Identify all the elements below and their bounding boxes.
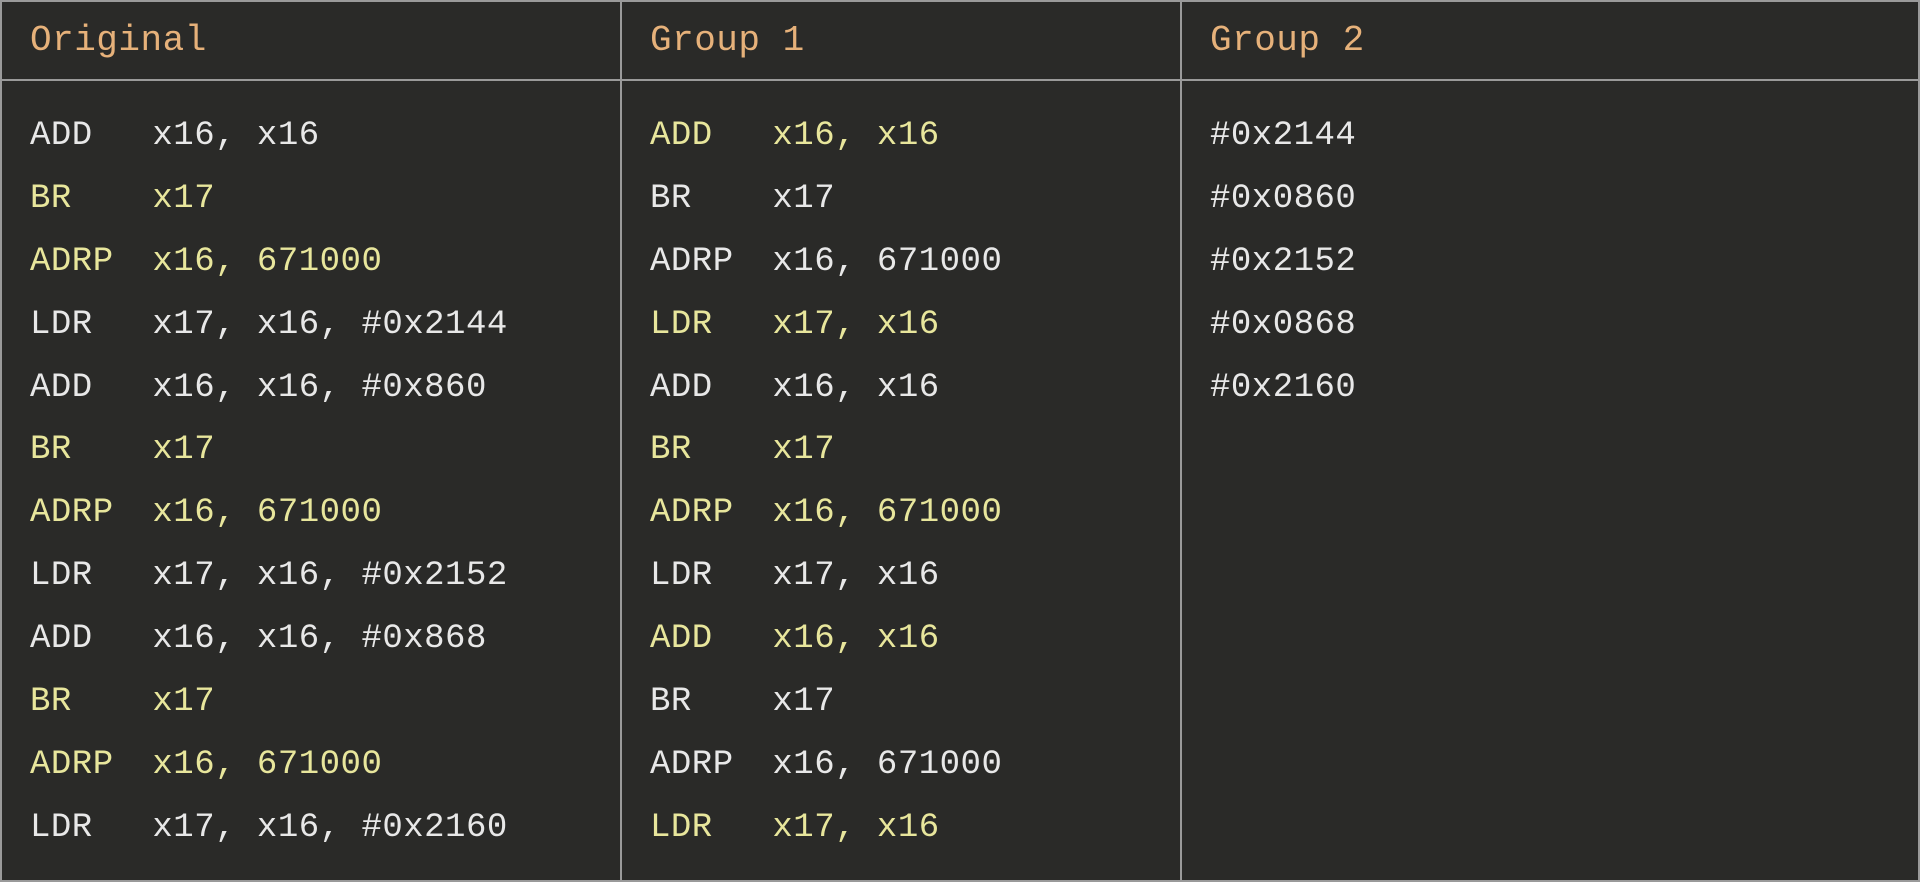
- opcode: ADD: [650, 608, 772, 671]
- instruction-row: ADRPx16, 671000: [650, 482, 1152, 545]
- operands: x17: [152, 419, 215, 482]
- operands: x16, 671000: [772, 734, 1002, 797]
- opcode: LDR: [30, 545, 152, 608]
- operands: x16, x16: [772, 357, 939, 420]
- operands: x16, 671000: [152, 231, 382, 294]
- instruction-row: ADDx16, x16: [650, 357, 1152, 420]
- opcode: BR: [650, 168, 772, 231]
- immediate-value: #0x2152: [1210, 231, 1890, 294]
- opcode: ADD: [30, 608, 152, 671]
- header-original: Original: [2, 2, 620, 81]
- column-original: Original ADDx16, x16BRx17ADRPx16, 671000…: [2, 2, 622, 880]
- opcode: ADRP: [30, 231, 152, 294]
- opcode: ADRP: [650, 231, 772, 294]
- instruction-row: LDRx17, x16, #0x2152: [30, 545, 592, 608]
- comparison-table: Original ADDx16, x16BRx17ADRPx16, 671000…: [0, 0, 1920, 882]
- header-group2: Group 2: [1182, 2, 1918, 81]
- operands: x16, x16, #0x860: [152, 357, 486, 420]
- operands: x16, x16: [772, 608, 939, 671]
- opcode: BR: [30, 671, 152, 734]
- instruction-row: LDRx17, x16: [650, 294, 1152, 357]
- opcode: BR: [30, 419, 152, 482]
- opcode: BR: [650, 419, 772, 482]
- instruction-row: BRx17: [650, 671, 1152, 734]
- opcode: ADRP: [650, 482, 772, 545]
- operands: x17, x16: [772, 545, 939, 608]
- instruction-row: ADDx16, x16, #0x868: [30, 608, 592, 671]
- immediate-value: #0x2160: [1210, 357, 1890, 420]
- opcode: LDR: [650, 797, 772, 860]
- body-group2: #0x2144#0x0860#0x2152#0x0868#0x2160: [1182, 81, 1918, 443]
- body-group1: ADDx16, x16BRx17ADRPx16, 671000LDRx17, x…: [622, 81, 1180, 882]
- opcode: LDR: [650, 545, 772, 608]
- opcode: ADD: [30, 105, 152, 168]
- instruction-row: ADDx16, x16, #0x860: [30, 357, 592, 420]
- instruction-row: ADDx16, x16: [650, 608, 1152, 671]
- operands: x17: [152, 168, 215, 231]
- operands: x17, x16: [772, 294, 939, 357]
- opcode: LDR: [650, 294, 772, 357]
- opcode: BR: [30, 168, 152, 231]
- operands: x16, 671000: [152, 482, 382, 545]
- immediate-value: #0x2144: [1210, 105, 1890, 168]
- opcode: ADRP: [30, 482, 152, 545]
- operands: x16, 671000: [772, 231, 1002, 294]
- immediate-value: #0x0868: [1210, 294, 1890, 357]
- body-original: ADDx16, x16BRx17ADRPx16, 671000LDRx17, x…: [2, 81, 620, 882]
- operands: x17, x16, #0x2160: [152, 797, 507, 860]
- operands: x16, x16: [772, 105, 939, 168]
- instruction-row: ADRPx16, 671000: [650, 231, 1152, 294]
- operands: x17: [772, 419, 835, 482]
- instruction-row: ADDx16, x16: [650, 105, 1152, 168]
- instruction-row: LDRx17, x16, #0x2160: [30, 797, 592, 860]
- opcode: ADD: [650, 357, 772, 420]
- operands: x17: [772, 671, 835, 734]
- opcode: BR: [650, 671, 772, 734]
- opcode: LDR: [30, 797, 152, 860]
- operands: x16, 671000: [772, 482, 1002, 545]
- operands: x17: [152, 671, 215, 734]
- column-group1: Group 1 ADDx16, x16BRx17ADRPx16, 671000L…: [622, 2, 1182, 880]
- immediate-value: #0x0860: [1210, 168, 1890, 231]
- operands: x16, x16, #0x868: [152, 608, 486, 671]
- opcode: ADD: [650, 105, 772, 168]
- instruction-row: LDRx17, x16, #0x2144: [30, 294, 592, 357]
- instruction-row: ADRPx16, 671000: [30, 231, 592, 294]
- instruction-row: BRx17: [650, 419, 1152, 482]
- instruction-row: ADRPx16, 671000: [30, 482, 592, 545]
- header-group1: Group 1: [622, 2, 1180, 81]
- instruction-row: BRx17: [30, 671, 592, 734]
- instruction-row: BRx17: [30, 168, 592, 231]
- opcode: ADRP: [650, 734, 772, 797]
- operands: x17, x16, #0x2152: [152, 545, 507, 608]
- instruction-row: BRx17: [30, 419, 592, 482]
- instruction-row: ADRPx16, 671000: [650, 734, 1152, 797]
- operands: x16, x16: [152, 105, 319, 168]
- operands: x17: [772, 168, 835, 231]
- operands: x17, x16: [772, 797, 939, 860]
- instruction-row: LDRx17, x16: [650, 797, 1152, 860]
- column-group2: Group 2 #0x2144#0x0860#0x2152#0x0868#0x2…: [1182, 2, 1918, 880]
- instruction-row: LDRx17, x16: [650, 545, 1152, 608]
- opcode: ADRP: [30, 734, 152, 797]
- instruction-row: ADRPx16, 671000: [30, 734, 592, 797]
- opcode: LDR: [30, 294, 152, 357]
- instruction-row: BRx17: [650, 168, 1152, 231]
- operands: x16, 671000: [152, 734, 382, 797]
- instruction-row: ADDx16, x16: [30, 105, 592, 168]
- operands: x17, x16, #0x2144: [152, 294, 507, 357]
- opcode: ADD: [30, 357, 152, 420]
